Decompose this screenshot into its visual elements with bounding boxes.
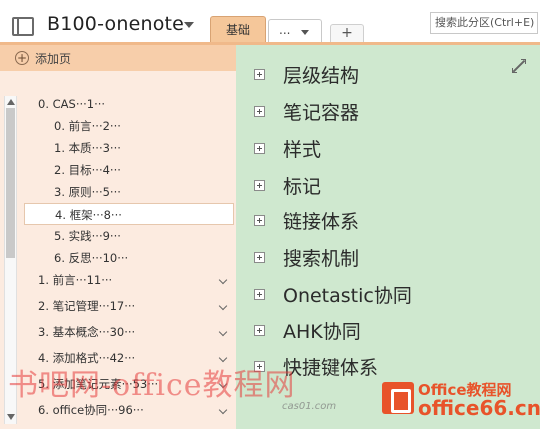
page-item[interactable]: 1. 本质···3··· xyxy=(24,137,234,159)
tab-section-basics[interactable]: 基础 xyxy=(210,16,266,44)
page-label: 4. 框架···8··· xyxy=(55,208,122,222)
outline-text: 快捷键体系 xyxy=(283,357,379,379)
outline-text: Onetastic协同 xyxy=(283,285,412,307)
chevron-down-icon[interactable] xyxy=(218,327,228,337)
expand-plus-icon[interactable] xyxy=(254,143,265,154)
chevron-down-icon[interactable] xyxy=(218,405,228,415)
scroll-up-icon[interactable] xyxy=(7,99,15,105)
tab-label: ... xyxy=(279,23,291,37)
page-label: 2. 目标···4··· xyxy=(54,163,121,177)
page-item[interactable]: 5. 实践···9··· xyxy=(24,225,234,247)
tab-section-more[interactable]: ... xyxy=(268,19,322,43)
expand-plus-icon[interactable] xyxy=(254,180,265,191)
page-label: 5. 实践···9··· xyxy=(54,229,121,243)
page-item[interactable]: 6. 反思···10··· xyxy=(24,247,234,269)
full-page-view-icon[interactable] xyxy=(512,59,526,73)
watermark-text: 书吧网-office教程网 xyxy=(8,368,296,403)
arrow-down-left-icon xyxy=(512,68,517,73)
search-input[interactable]: 搜索此分区(Ctrl+E) xyxy=(430,12,538,34)
outline-text: 样式 xyxy=(283,139,322,161)
outline-text: AHK协同 xyxy=(283,321,361,343)
page-item[interactable]: 3. 原则···5··· xyxy=(24,181,234,203)
add-section-button[interactable]: + xyxy=(330,24,364,43)
notebook-title[interactable]: B100-onenote xyxy=(47,13,184,35)
watermark-site: office66.cn xyxy=(418,396,540,420)
notebook-dropdown-icon[interactable] xyxy=(184,22,194,28)
add-page-label: 添加页 xyxy=(35,52,72,66)
watermark-small-text: cas01.com xyxy=(282,401,337,412)
add-page-button[interactable]: + 添加页 xyxy=(0,45,236,71)
page-label: 3. 基本概念···30··· xyxy=(38,325,136,339)
page-item[interactable]: 2. 目标···4··· xyxy=(24,159,234,181)
page-label: 6. 反思···10··· xyxy=(54,251,129,265)
expand-plus-icon[interactable] xyxy=(254,252,265,263)
chevron-down-icon[interactable] xyxy=(218,275,228,285)
chevron-down-icon[interactable] xyxy=(218,301,228,311)
notebook-icon[interactable] xyxy=(12,17,34,36)
office-logo-icon xyxy=(382,382,414,414)
scroll-thumb[interactable] xyxy=(6,108,15,258)
page-label: 3. 原则···5··· xyxy=(54,185,121,199)
expand-plus-icon[interactable] xyxy=(254,325,265,336)
expand-plus-icon[interactable] xyxy=(254,215,265,226)
page-label: 0. CAS···1··· xyxy=(38,97,106,111)
page-label: 1. 本质···3··· xyxy=(54,141,121,155)
page-label: 2. 笔记管理···17··· xyxy=(38,299,136,313)
page-label: 1. 前言···11··· xyxy=(38,273,113,287)
page-item[interactable]: 0. CAS···1··· xyxy=(24,93,234,115)
page-label: 6. office协同···96··· xyxy=(38,403,144,417)
tab-label: 基础 xyxy=(225,23,250,37)
page-item[interactable]: 2. 笔记管理···17··· xyxy=(24,295,234,317)
arrow-up-right-icon xyxy=(521,59,526,64)
expand-plus-icon[interactable] xyxy=(254,106,265,117)
outline-text: 层级结构 xyxy=(283,65,360,87)
outline-text: 标记 xyxy=(283,176,322,198)
outline-text: 链接体系 xyxy=(283,211,360,233)
page-item[interactable]: 1. 前言···11··· xyxy=(24,269,234,291)
plus-circle-icon: + xyxy=(15,51,29,65)
outline-text: 搜索机制 xyxy=(283,248,360,270)
page-item[interactable]: 3. 基本概念···30··· xyxy=(24,321,234,343)
page-label: 0. 前言···2··· xyxy=(54,119,121,133)
expand-plus-icon[interactable] xyxy=(254,69,265,80)
chevron-down-icon xyxy=(301,30,309,35)
page-item-selected[interactable]: 4. 框架···8··· xyxy=(24,203,234,225)
scroll-down-icon[interactable] xyxy=(7,414,15,420)
title-bar: B100-onenote 基础 ... + 搜索此分区(Ctrl+E) xyxy=(0,0,540,44)
expand-plus-icon[interactable] xyxy=(254,289,265,300)
page-item[interactable]: 0. 前言···2··· xyxy=(24,115,234,137)
outline-text: 笔记容器 xyxy=(283,102,360,124)
